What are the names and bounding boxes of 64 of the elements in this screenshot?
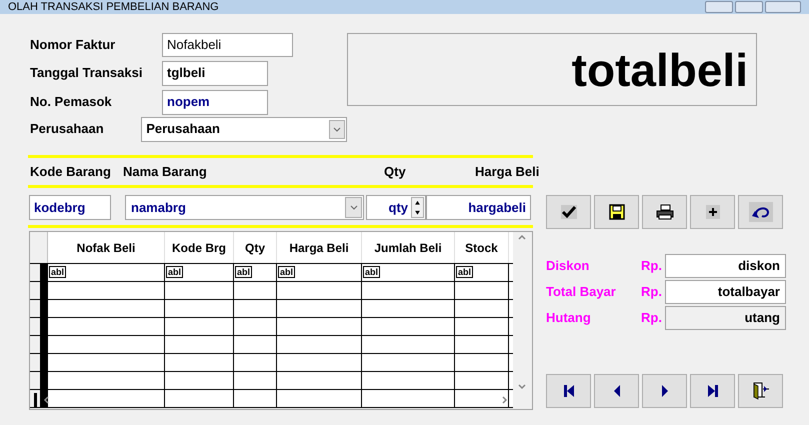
amount-field[interactable]: totalbayar [665, 280, 786, 304]
previous-record-button[interactable] [594, 374, 639, 408]
check-icon [560, 205, 576, 219]
close-button[interactable] [765, 1, 801, 13]
column-label: Kode Barang [29, 162, 112, 181]
column-header[interactable]: Stock [455, 232, 509, 263]
exit-button[interactable] [738, 374, 783, 408]
next-record-button[interactable] [642, 374, 687, 408]
currency-label: Rp. [641, 257, 663, 276]
scroll-right-icon[interactable] [502, 396, 508, 404]
field-label: No. Pemasok [30, 93, 113, 112]
input-field[interactable]: kodebrg [29, 195, 111, 220]
currency-label: Rp. [641, 309, 663, 328]
field-label: Tanggal Transaksi [30, 64, 144, 82]
next-icon [660, 384, 668, 398]
printer-icon [656, 204, 674, 220]
skip-first-icon [562, 384, 574, 398]
input-field[interactable]: hargabeli [426, 195, 531, 220]
save-button[interactable] [594, 195, 639, 229]
window-title: OLAH TRANSAKSI PEMBELIAN BARANG [8, 1, 219, 13]
scroll-up-icon[interactable] [518, 234, 526, 240]
undo-icon [748, 202, 772, 222]
column-label: Nama Barang [123, 162, 208, 181]
previous-icon [612, 384, 620, 398]
text-cell-marker: abl [235, 266, 252, 278]
first-record-button[interactable] [546, 374, 591, 408]
column-header[interactable]: Harga Beli [277, 232, 362, 263]
total-amount: totalbeli [572, 46, 748, 92]
text-cell-marker: abl [166, 266, 184, 278]
column-label: Qty [383, 162, 407, 181]
scroll-down-icon[interactable] [518, 384, 526, 390]
column-header[interactable]: Nofak Beli [48, 232, 165, 263]
minimize-button[interactable] [705, 1, 733, 13]
summary-label: Hutang [546, 309, 592, 328]
item-name-dropdown[interactable]: namabrg [125, 195, 364, 220]
save-icon [608, 204, 624, 220]
maximize-button[interactable] [735, 1, 763, 13]
currency-label: Rp. [641, 283, 663, 302]
amount-field[interactable]: diskon [665, 254, 786, 278]
summary-label: Total Bayar [546, 283, 617, 302]
confirm-button[interactable] [546, 195, 591, 229]
print-button[interactable] [642, 195, 687, 229]
last-record-button[interactable] [690, 374, 735, 408]
column-header[interactable]: Jumlah Beli [362, 232, 455, 263]
column-label: Harga Beli [474, 162, 540, 181]
input-field[interactable]: tglbeli [162, 60, 268, 86]
plus-icon [706, 205, 720, 219]
column-header[interactable]: Kode Brg [165, 232, 234, 263]
input-field[interactable]: nopem [162, 90, 268, 114]
input-field[interactable]: Nofakbeli [162, 33, 293, 57]
company-dropdown[interactable]: Perusahaan [141, 116, 347, 142]
field-label: Nomor Faktur [30, 36, 116, 54]
quantity-spinner[interactable]: qty [366, 195, 426, 220]
text-cell-marker: abl [278, 266, 296, 278]
field-label: Perusahaan [30, 120, 105, 138]
scroll-left-icon[interactable] [43, 396, 49, 404]
text-cell-marker: abl [49, 266, 66, 278]
summary-label: Diskon [546, 257, 590, 276]
skip-last-icon [706, 384, 718, 398]
undo-button[interactable] [738, 195, 783, 229]
door-exit-icon [752, 382, 770, 400]
text-cell-marker: abl [363, 266, 380, 278]
text-cell-marker: abl [456, 266, 474, 278]
column-header[interactable]: Qty [234, 232, 277, 263]
